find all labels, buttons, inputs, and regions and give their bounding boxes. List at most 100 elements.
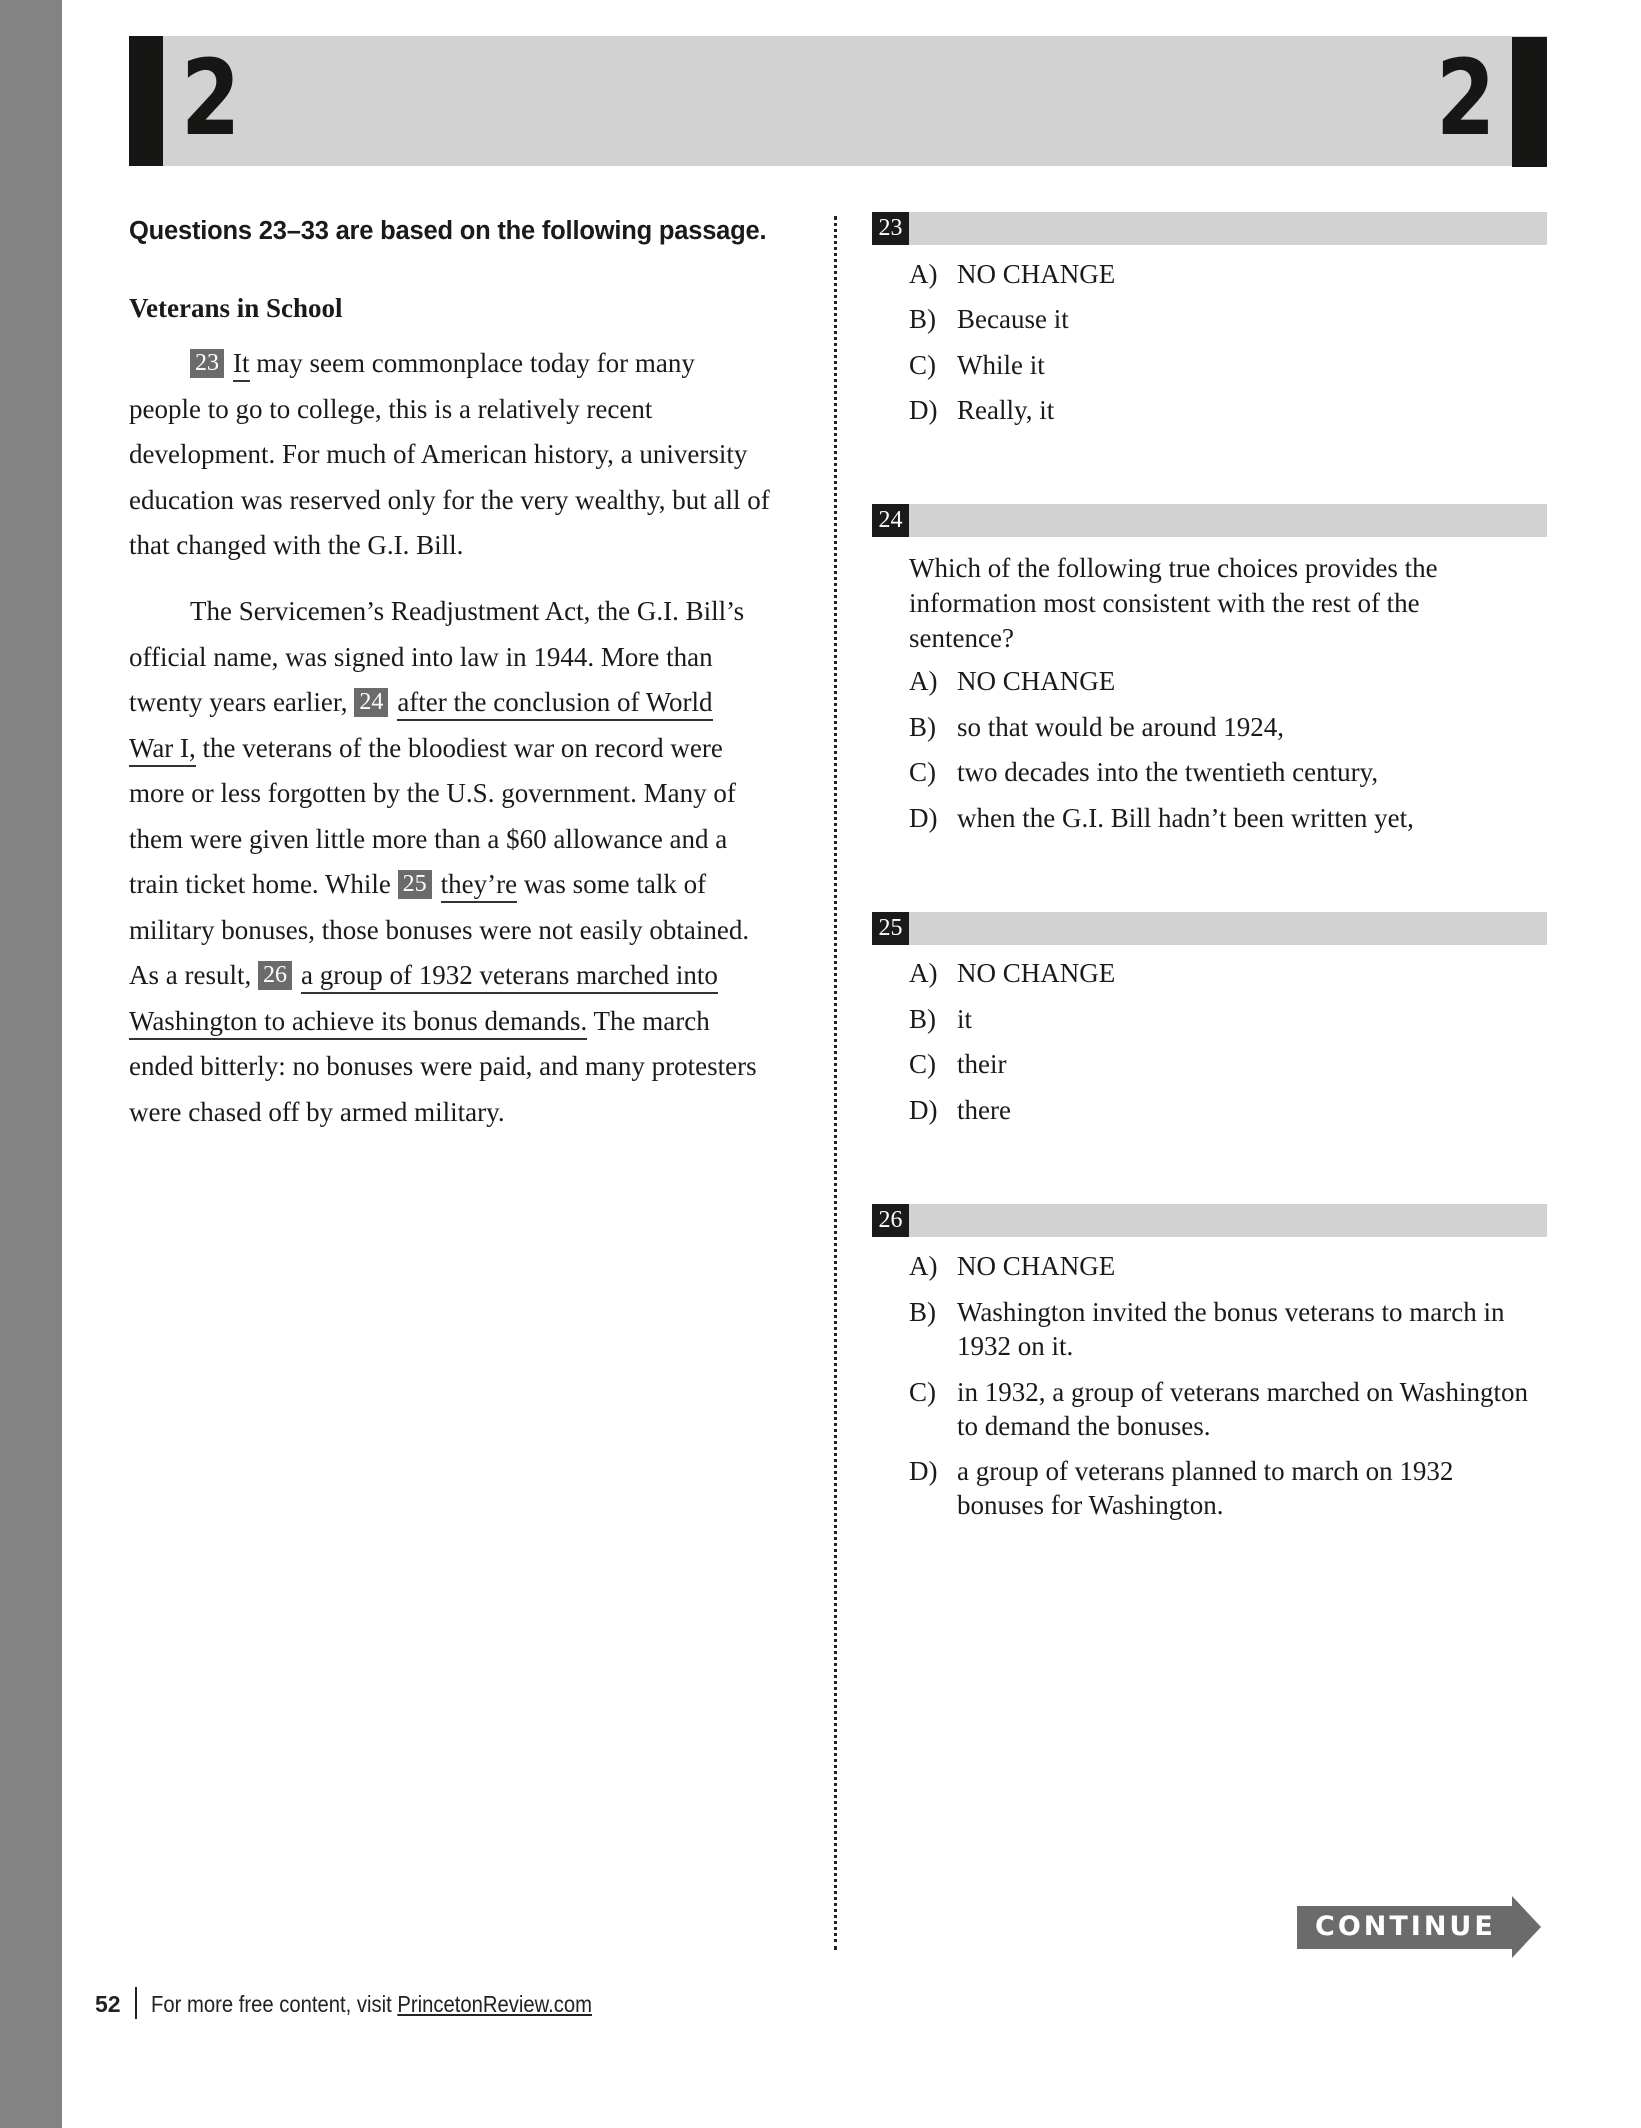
passage-line: ended bitterly: no bonuses were paid, an… (129, 1049, 757, 1083)
choice-text: While it (957, 350, 1045, 380)
passage-line: War I, the veterans of the bloodiest war… (129, 731, 723, 767)
choice-letter: D) (909, 1095, 938, 1125)
choice-text: so that would be around 1924, (957, 712, 1284, 742)
answer-choice[interactable]: A) NO CHANGE (909, 1249, 1529, 1283)
passage-line: official name, was signed into law in 19… (129, 640, 713, 674)
question-header-26: 26 (872, 1204, 1547, 1237)
passage-line: As a result, 26 a group of 1932 veterans … (129, 958, 718, 994)
answer-choice[interactable]: A) NO CHANGE (909, 257, 1529, 291)
question-prompt: Which of the following true choices prov… (909, 553, 1438, 653)
choice-text: it (957, 1004, 973, 1034)
choice-letter: B) (909, 1297, 936, 1327)
choice-text: NO CHANGE (957, 666, 1116, 696)
choice-text: a group of veterans planned to march on … (957, 1456, 1454, 1520)
page-number: 52 (95, 1991, 121, 2017)
passage-line: more or less forgotten by the U.S. gover… (129, 776, 736, 810)
footer-link[interactable]: PrincetonReview.com (397, 1991, 592, 2017)
answer-choice[interactable]: B) it (909, 1002, 1529, 1036)
passage-text: military bonuses, those bonuses were not… (129, 915, 750, 945)
answer-choice[interactable]: D) there (909, 1093, 1529, 1127)
question-number-marker: 26 (257, 961, 292, 990)
choice-text: two decades into the twentieth century, (957, 757, 1379, 787)
question-number-marker: 24 (354, 688, 389, 717)
section-number-right: 2 (1435, 37, 1495, 159)
passage-line: that changed with the G.I. Bill. (129, 528, 463, 562)
choice-letter: A) (909, 958, 938, 988)
passage-line: twenty years earlier, 24 after the conclu… (129, 685, 713, 721)
choice-letter: A) (909, 1251, 938, 1281)
underlined-portion: after the conclusion of World (397, 687, 713, 721)
passage-text: may seem commonplace today for many (249, 348, 695, 378)
choice-text: NO CHANGE (957, 1251, 1116, 1281)
footer-separator (134, 1987, 137, 2019)
passage-text: The Servicemen’s Readjustment Act, the G… (190, 596, 745, 626)
passage-text: development. For much of American histor… (129, 439, 748, 469)
question-header-24: 24 (872, 504, 1547, 537)
passage-text: that changed with the G.I. Bill. (129, 530, 464, 560)
answer-choice[interactable]: D) a group of veterans planned to march o… (909, 1454, 1529, 1522)
passage-text: the veterans of the bloodiest war on rec… (195, 733, 723, 763)
underlined-portion: a group of 1932 veterans marched into (300, 960, 718, 994)
choice-text: when the G.I. Bill hadn’t been written y… (957, 803, 1414, 833)
choice-letter: B) (909, 304, 936, 334)
passage-text: them were given little more than a $60 a… (129, 824, 728, 854)
passage-text: The march (587, 1006, 710, 1036)
passage-line: were chased off by armed military. (129, 1095, 505, 1129)
choice-letter: D) (909, 395, 938, 425)
answer-choice[interactable]: C) While it (909, 348, 1529, 382)
answer-choice[interactable]: D) when the G.I. Bill hadn’t been written… (909, 801, 1529, 835)
continue-button[interactable]: CONTINUE (1297, 1896, 1541, 1958)
answer-choice[interactable]: A) NO CHANGE (909, 956, 1529, 990)
passage-line: military bonuses, those bonuses were not… (129, 913, 749, 947)
answer-choice[interactable]: B) so that would be around 1924, (909, 710, 1529, 744)
choice-letter: A) (909, 666, 938, 696)
answer-choice[interactable]: A) NO CHANGE (909, 664, 1529, 698)
answer-choice[interactable]: D) Really, it (909, 393, 1529, 427)
question-header-25: 25 (872, 912, 1547, 945)
passage-line: 23 It may seem commonplace today for many (129, 346, 695, 382)
banner-right-bar (1512, 37, 1547, 167)
choice-letter: C) (909, 1049, 936, 1079)
question-header-23: 23 (872, 212, 1547, 245)
passage-line: The Servicemen’s Readjustment Act, the G… (129, 594, 744, 628)
underlined-portion: Washington to achieve its bonus demands. (129, 1006, 588, 1040)
underlined-portion: War I, (129, 733, 196, 767)
answer-choice[interactable]: C) their (909, 1047, 1529, 1081)
choice-letter: C) (909, 757, 936, 787)
choice-text: NO CHANGE (957, 259, 1116, 289)
passage-text: education was reserved only for the very… (129, 485, 770, 515)
question-number-marker: 23 (190, 349, 224, 378)
answer-choice[interactable]: C) in 1932, a group of veterans marched o… (909, 1375, 1529, 1443)
choice-letter: B) (909, 1004, 936, 1034)
passage-line: development. For much of American histor… (129, 437, 747, 471)
answer-choice[interactable]: B) Washington invited the bonus veterans … (909, 1295, 1529, 1363)
underlined-portion: they’re (440, 869, 518, 903)
question-number: 24 (872, 504, 909, 537)
page-footer: 52 For more free content, visit Princeton… (95, 1984, 652, 2024)
passage-line: Washington to achieve its bonus demands.… (129, 1004, 710, 1040)
choice-text: there (957, 1095, 1011, 1125)
answer-choice[interactable]: C) two decades into the twentieth century… (909, 755, 1529, 789)
banner-left-bar (129, 36, 163, 166)
section-banner: 2 2 (129, 36, 1547, 167)
underlined-portion: It (233, 348, 250, 382)
question-number: 25 (872, 912, 909, 945)
column-divider (834, 216, 837, 1950)
choice-letter: C) (909, 1377, 936, 1407)
question-number-marker: 25 (397, 870, 432, 899)
passage-line: education was reserved only for the very… (129, 483, 770, 517)
page-edge-band (0, 0, 62, 2128)
passage-text: As a result, (129, 960, 258, 990)
continue-label: CONTINUE (1315, 1911, 1496, 1942)
passage-text: people to go to college, this is a relat… (129, 394, 653, 424)
answer-choice[interactable]: B) Because it (909, 302, 1529, 336)
passage-text: ended bitterly: no bonuses were paid, an… (129, 1051, 757, 1081)
passage-text: official name, was signed into law in 19… (129, 642, 713, 672)
passage-text: train ticket home. While (129, 869, 398, 899)
choice-letter: D) (909, 1456, 938, 1486)
footer-text: For more free content, visit (150, 1991, 397, 2017)
passage-text: more or less forgotten by the U.S. gover… (129, 778, 736, 808)
choice-text: Because it (957, 304, 1069, 334)
passage-intro: Questions 23–33 are based on the followi… (129, 217, 767, 245)
passage-text: twenty years earlier, (129, 687, 355, 717)
